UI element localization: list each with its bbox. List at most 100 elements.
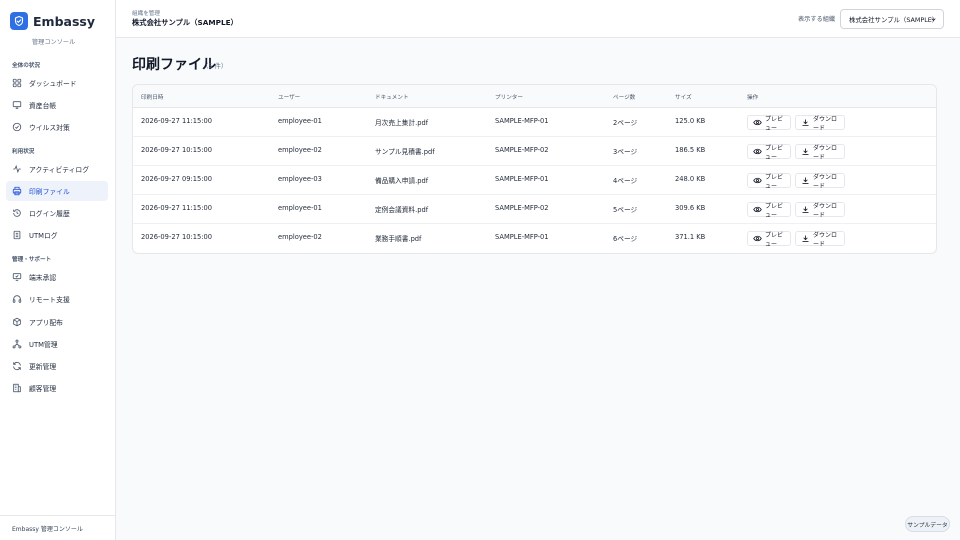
preview-label: プレビュー [765,115,784,132]
sidebar: Embassy 管理コンソール 全体の状況 ダッシュボード 資産台帳 ウイルス対… [0,0,116,540]
table-row: 2026-09-27 10:15:00 employee-02 サンプル見積書.… [133,137,936,166]
cell-document: 業務手順書.pdf [375,235,422,243]
sidebar-item-label: 端末承認 [29,274,57,282]
download-button[interactable]: ダウンロード [795,231,845,248]
sidebar-item-antivirus[interactable]: ウイルス対策 [6,117,108,137]
preview-label: プレビュー [765,202,784,219]
sidebar-item-update-management[interactable]: 更新管理 [6,356,108,376]
sidebar-item-label: アクティビティログ [29,166,90,174]
sidebar-item-activity-log[interactable]: アクティビティログ [6,159,108,179]
download-icon [801,118,810,127]
preview-button[interactable]: プレビュー [747,231,791,248]
brand-name: Embassy [33,13,95,29]
column-header-date: 印刷日時 [141,95,164,101]
download-label: ダウンロード [813,173,838,190]
cell-date: 2026-09-27 10:15:00 [141,233,213,241]
sidebar-item-label: 資産台帳 [29,102,57,110]
download-label: ダウンロード [813,202,838,219]
eye-icon [753,176,762,185]
cell-user: employee-01 [278,204,322,212]
cell-document: 月次売上集計.pdf [375,119,429,127]
sidebar-item-assets[interactable]: 資産台帳 [6,95,108,115]
cell-size: 125.0 KB [675,117,706,125]
download-icon [801,234,810,243]
sidebar-item-device-approval[interactable]: 端末承認 [6,267,108,287]
column-header-actions: 操作 [747,95,759,101]
cell-date: 2026-09-27 11:15:00 [141,117,213,125]
cell-size: 371.1 KB [675,233,706,241]
cell-printer: SAMPLE-MFP-02 [495,204,549,212]
cell-document: 定例会議資料.pdf [375,206,429,214]
sidebar-item-label: UTM管理 [29,341,58,349]
cell-date: 2026-09-27 09:15:00 [141,175,213,183]
download-button[interactable]: ダウンロード [795,202,845,219]
download-button[interactable]: ダウンロード [795,115,845,132]
org-select[interactable]: 株式会社サンプル（SAMPLE） [840,9,944,29]
eye-icon [753,234,762,243]
sidebar-item-label: ウイルス対策 [29,124,70,132]
column-header-printer: プリンター [495,95,523,101]
print-files-table: 印刷日時 ユーザー ドキュメント プリンター ページ数 サイズ 操作 2026-… [132,84,937,254]
building-icon [12,383,22,393]
download-icon [801,147,810,156]
sidebar-item-customer-management[interactable]: 顧客管理 [6,378,108,398]
headset-icon [12,294,22,304]
sidebar-item-utm-management[interactable]: UTM管理 [6,334,108,354]
cell-date: 2026-09-27 11:15:00 [141,204,213,212]
cell-size: 186.5 KB [675,146,706,154]
preview-button[interactable]: プレビュー [747,115,791,132]
history-icon [12,208,22,218]
sidebar-item-app-distribution[interactable]: アプリ配布 [6,312,108,332]
org-label: 組織を管理 [132,11,160,17]
preview-button[interactable]: プレビュー [747,144,791,161]
table-row: 2026-09-27 10:15:00 employee-02 業務手順書.pd… [133,224,936,253]
chevron-down-icon [930,16,937,25]
cell-pages: 6ページ [613,235,638,243]
sidebar-item-login-history[interactable]: ログイン履歴 [6,203,108,223]
download-label: ダウンロード [813,231,838,248]
org-select-value: 株式会社サンプル（SAMPLE） [849,15,939,24]
brand-subtitle: 管理コンソール [32,39,76,46]
cell-pages: 2ページ [613,119,638,127]
sidebar-item-label: ダッシュボード [29,80,77,88]
preview-button[interactable]: プレビュー [747,202,791,219]
cell-printer: SAMPLE-MFP-02 [495,146,549,154]
preview-button[interactable]: プレビュー [747,173,791,190]
section-label-overview: 全体の状況 [12,63,40,69]
cell-user: employee-02 [278,233,322,241]
package-icon [12,317,22,327]
sidebar-item-print-files[interactable]: 印刷ファイル [6,181,108,201]
cell-date: 2026-09-27 10:15:00 [141,146,213,154]
brand[interactable]: Embassy [10,12,95,30]
cell-printer: SAMPLE-MFP-01 [495,175,549,183]
column-header-size: サイズ [675,95,692,101]
download-icon [801,176,810,185]
sidebar-item-dashboard[interactable]: ダッシュボード [6,73,108,93]
sidebar-footer: Embassy 管理コンソール [0,515,116,540]
shield-check-icon [10,12,28,30]
cell-size: 309.6 KB [675,204,706,212]
sidebar-item-label: 顧客管理 [29,385,57,393]
cell-pages: 5ページ [613,206,638,214]
preview-label: プレビュー [765,231,784,248]
download-label: ダウンロード [813,144,838,161]
document-list-icon [12,230,22,240]
table-header: 印刷日時 ユーザー ドキュメント プリンター ページ数 サイズ 操作 [133,85,936,108]
network-icon [12,339,22,349]
cell-pages: 3ページ [613,148,638,156]
download-label: ダウンロード [813,115,838,132]
eye-icon [753,147,762,156]
sidebar-item-label: 印刷ファイル [29,188,70,196]
eye-icon [753,205,762,214]
section-label-management: 管理・サポート [12,257,52,263]
sidebar-item-label: UTMログ [29,232,58,240]
printer-icon [12,186,22,196]
monitor-icon [12,100,22,110]
download-button[interactable]: ダウンロード [795,173,845,190]
sample-data-badge: サンプルデータ [905,516,950,532]
sidebar-item-utm-log[interactable]: UTMログ [6,225,108,245]
sidebar-item-remote-support[interactable]: リモート支援 [6,289,108,309]
cell-printer: SAMPLE-MFP-01 [495,233,549,241]
cell-pages: 4ページ [613,177,638,185]
download-button[interactable]: ダウンロード [795,144,845,161]
